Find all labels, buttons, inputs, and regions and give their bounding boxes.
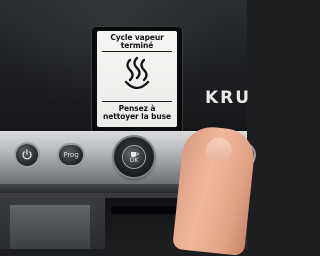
display-title-line2: terminé bbox=[120, 41, 154, 50]
steam-icon bbox=[124, 56, 150, 90]
lcd-display: Cycle vapeur terminé Pensez à nettoyer l… bbox=[97, 31, 177, 127]
display-divider-bottom bbox=[102, 101, 172, 102]
display-divider-top bbox=[102, 51, 172, 52]
display-message-line2: nettoyer la buse bbox=[103, 112, 171, 121]
prog-label: Prog bbox=[63, 151, 79, 159]
ok-label: OK bbox=[129, 156, 139, 164]
fingernail bbox=[206, 138, 232, 160]
ok-button[interactable]: OK bbox=[123, 146, 145, 168]
power-icon bbox=[22, 149, 32, 160]
lower-left-panel bbox=[10, 205, 90, 249]
power-button[interactable] bbox=[16, 144, 38, 166]
prog-button[interactable]: Prog bbox=[59, 145, 83, 165]
coffee-outlet bbox=[111, 206, 177, 214]
brand-logo: KRU bbox=[205, 88, 252, 108]
